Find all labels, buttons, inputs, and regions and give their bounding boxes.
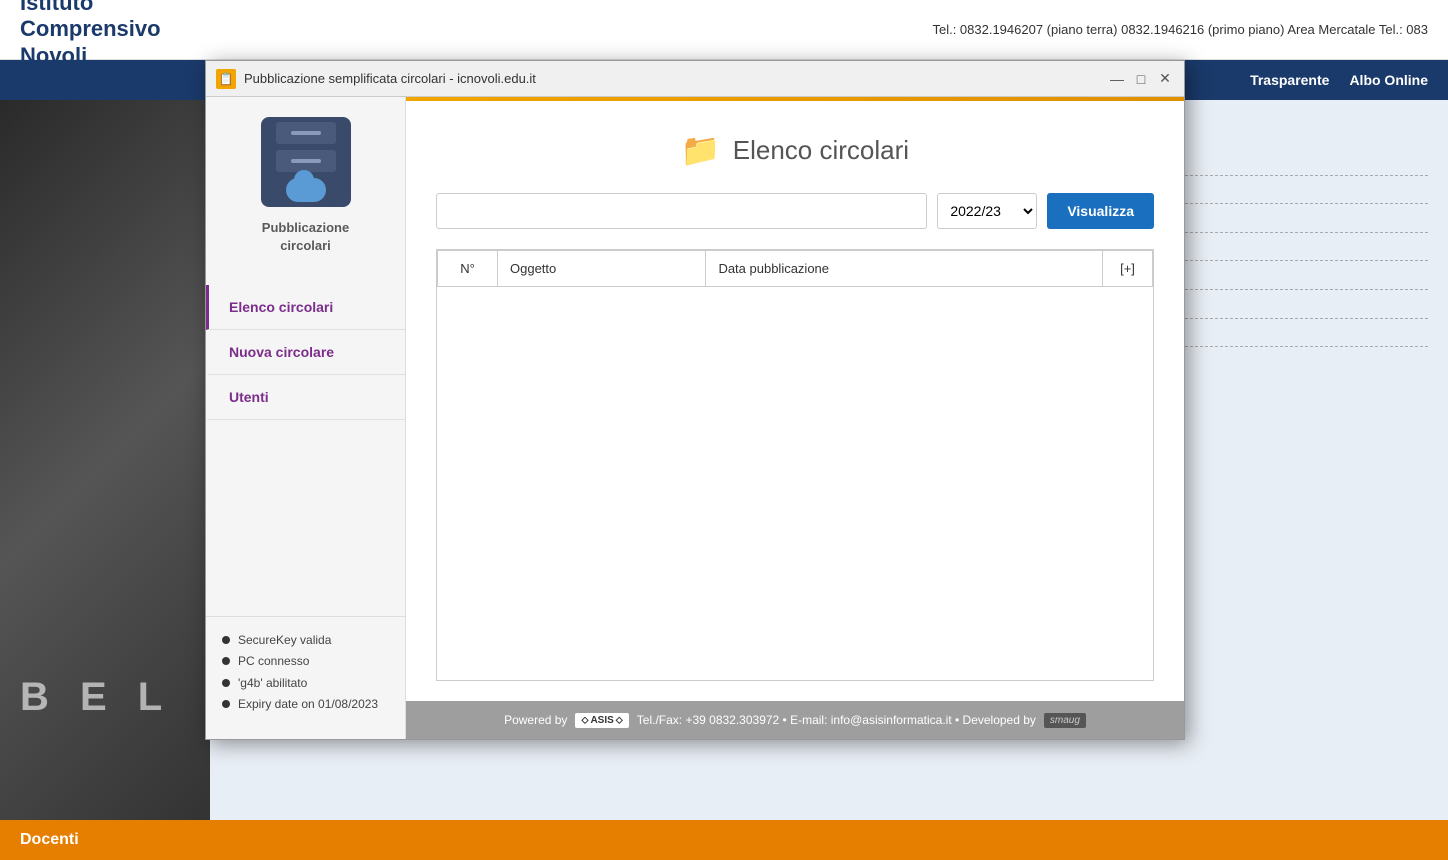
sidebar-item-nuova[interactable]: Nuova circolare	[206, 330, 405, 375]
visualizza-button[interactable]: Visualizza	[1047, 193, 1154, 229]
modal-main: 📁 Elenco circolari 2022/23 2021/22 2020/…	[406, 97, 1184, 739]
sidebar-logo-icon	[261, 117, 351, 207]
status-dot-1	[222, 657, 230, 665]
modal-titlebar-controls: — □ ✕	[1108, 70, 1174, 88]
bg-logo: Istituto Comprensivo Novoli	[20, 0, 161, 69]
folder-icon: 📁	[681, 131, 721, 169]
minimize-button[interactable]: —	[1108, 70, 1126, 88]
bg-nav-trasparente[interactable]: Trasparente	[1250, 72, 1329, 88]
circolari-table: N° Oggetto Data pubblicazione [+]	[437, 250, 1153, 287]
status-item-1: PC connesso	[222, 654, 389, 670]
col-action: [+]	[1103, 251, 1153, 287]
modal-window: 📋 Pubblicazione semplificata circolari -…	[205, 60, 1185, 740]
modal-title: Pubblicazione semplificata circolari - i…	[244, 71, 1108, 86]
maximize-button[interactable]: □	[1132, 70, 1150, 88]
page-title: Elenco circolari	[733, 135, 909, 166]
status-item-0: SecureKey valida	[222, 633, 389, 649]
logo-drawer-icon	[276, 122, 336, 144]
footer-contact: Tel./Fax: +39 0832.303972 • E-mail: info…	[637, 713, 1036, 727]
footer-smaug-logo: smaug	[1044, 713, 1086, 728]
modal-app-icon: 📋	[216, 69, 236, 89]
sidebar-item-elenco[interactable]: Elenco circolari	[206, 285, 405, 330]
year-select[interactable]: 2022/23 2021/22 2020/21 2019/20	[937, 193, 1037, 229]
close-button[interactable]: ✕	[1156, 70, 1174, 88]
modal-footer: Powered by ⬦ ASIS ⬦ Tel./Fax: +39 0832.3…	[406, 701, 1184, 739]
modal-titlebar: 📋 Pubblicazione semplificata circolari -…	[206, 61, 1184, 97]
modal-content: 📁 Elenco circolari 2022/23 2021/22 2020/…	[406, 101, 1184, 701]
status-item-3: Expiry date on 01/08/2023	[222, 697, 389, 713]
status-dot-2	[222, 679, 230, 687]
bg-footer-label[interactable]: Docenti	[20, 831, 79, 849]
status-item-2: 'g4b' abilitato	[222, 676, 389, 692]
col-data: Data pubblicazione	[706, 251, 1103, 287]
bg-image-area	[0, 100, 210, 820]
sidebar-status: SecureKey valida PC connesso 'g4b' abili…	[206, 616, 405, 739]
footer-asis-logo: ⬦ ASIS ⬦	[575, 713, 628, 728]
bg-contact: Tel.: 0832.1946207 (piano terra) 0832.19…	[932, 22, 1428, 37]
logo-cloud-icon	[286, 178, 326, 202]
bg-header: Istituto Comprensivo Novoli Tel.: 0832.1…	[0, 0, 1448, 60]
content-title: 📁 Elenco circolari	[436, 131, 1154, 169]
col-numero: N°	[438, 251, 498, 287]
search-input[interactable]	[436, 193, 927, 229]
status-dot-3	[222, 700, 230, 708]
bg-footer-bar: Docenti	[0, 820, 1448, 860]
footer-powered-by: Powered by	[504, 713, 567, 727]
col-oggetto: Oggetto	[498, 251, 706, 287]
modal-body: Pubblicazione circolari Elenco circolari…	[206, 97, 1184, 739]
logo-drawer2-icon	[276, 150, 336, 172]
sidebar-app-title: Pubblicazione circolari	[262, 219, 349, 255]
modal-sidebar: Pubblicazione circolari Elenco circolari…	[206, 97, 406, 739]
sidebar-logo-area: Pubblicazione circolari	[206, 97, 405, 275]
status-dot-0	[222, 636, 230, 644]
table-wrapper: N° Oggetto Data pubblicazione [+]	[436, 249, 1154, 681]
sidebar-item-utenti[interactable]: Utenti	[206, 375, 405, 420]
search-row: 2022/23 2021/22 2020/21 2019/20 Visualiz…	[436, 193, 1154, 229]
bg-nav-albo[interactable]: Albo Online	[1349, 72, 1428, 88]
sidebar-nav: Elenco circolari Nuova circolare Utenti	[206, 275, 405, 615]
